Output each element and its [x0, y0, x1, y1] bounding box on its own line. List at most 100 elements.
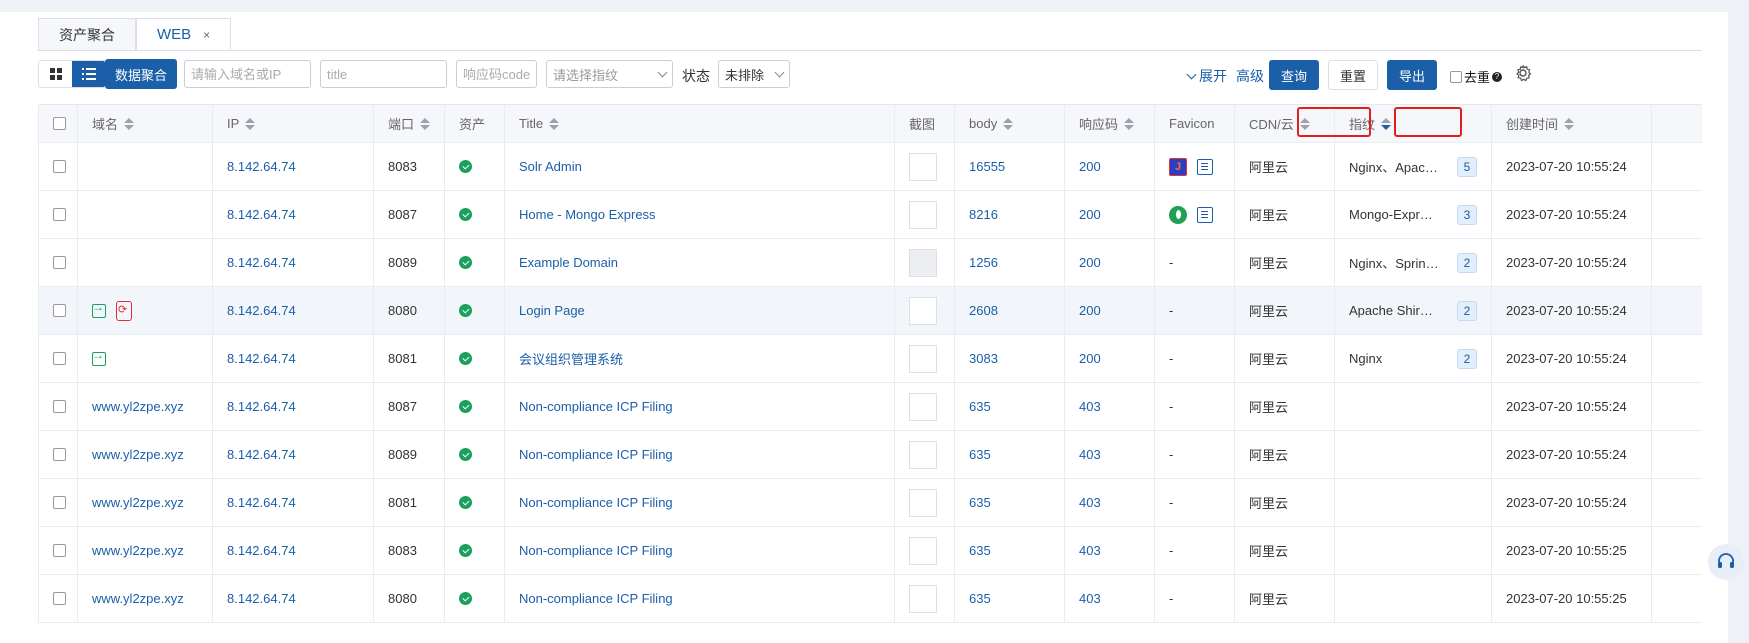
status-code-link[interactable]: 403 [1079, 543, 1101, 558]
title-link[interactable]: Non-compliance ICP Filing [519, 447, 673, 462]
sort-icon[interactable] [549, 117, 560, 130]
title-link[interactable]: 会议组织管理系统 [519, 349, 623, 368]
query-button[interactable]: 查询 [1269, 60, 1319, 90]
row-checkbox[interactable] [53, 544, 66, 557]
help-icon[interactable]: ? [1492, 71, 1503, 82]
settings-gear-icon[interactable] [1514, 64, 1532, 82]
status-code-link[interactable]: 403 [1079, 495, 1101, 510]
ip-link[interactable]: 8.142.64.74 [227, 591, 296, 606]
export-button[interactable]: 导出 [1387, 60, 1437, 90]
java-icon[interactable] [116, 300, 132, 321]
ip-link[interactable]: 8.142.64.74 [227, 543, 296, 558]
data-aggregate-button[interactable]: 数据聚合 [105, 59, 177, 89]
screenshot-thumbnail[interactable] [909, 200, 937, 229]
title-link[interactable]: Example Domain [519, 255, 618, 270]
status-code-link[interactable]: 200 [1079, 159, 1101, 174]
code-input[interactable] [456, 60, 537, 88]
status-code-link[interactable]: 200 [1079, 303, 1101, 318]
domain-link[interactable]: www.yl2zpe.xyz [92, 399, 184, 414]
domain-link[interactable]: www.yl2zpe.xyz [92, 543, 184, 558]
row-checkbox[interactable] [53, 352, 66, 365]
domain-link[interactable]: www.yl2zpe.xyz [92, 591, 184, 606]
body-link[interactable]: 635 [969, 447, 991, 462]
status-code-link[interactable]: 200 [1079, 207, 1101, 222]
screenshot-thumbnail[interactable] [909, 440, 937, 469]
title-link[interactable]: Non-compliance ICP Filing [519, 543, 673, 558]
body-link[interactable]: 2608 [969, 303, 998, 318]
screenshot-thumbnail[interactable] [909, 392, 937, 421]
login-icon[interactable] [92, 300, 106, 318]
ip-link[interactable]: 8.142.64.74 [227, 351, 296, 366]
ip-link[interactable]: 8.142.64.74 [227, 207, 296, 222]
body-link[interactable]: 8216 [969, 207, 998, 222]
title-link[interactable]: Non-compliance ICP Filing [519, 399, 673, 414]
body-link[interactable]: 635 [969, 495, 991, 510]
col-ip[interactable]: IP [213, 105, 374, 142]
sort-icon[interactable] [1381, 117, 1392, 130]
col-title[interactable]: Title [505, 105, 895, 142]
search-input[interactable] [184, 60, 311, 88]
dedup-checkbox[interactable] [1450, 70, 1462, 83]
row-checkbox[interactable] [53, 208, 66, 221]
row-checkbox[interactable] [53, 592, 66, 605]
title-link[interactable]: Solr Admin [519, 159, 582, 174]
copy-icon[interactable] [1197, 158, 1213, 175]
reset-button[interactable]: 重置 [1328, 60, 1378, 90]
title-link[interactable]: Non-compliance ICP Filing [519, 495, 673, 510]
advanced-link[interactable]: 高级 [1236, 66, 1264, 86]
expand-toggle[interactable]: 展开 [1186, 66, 1227, 86]
select-all-checkbox[interactable] [53, 117, 66, 130]
ip-link[interactable]: 8.142.64.74 [227, 399, 296, 414]
ip-link[interactable]: 8.142.64.74 [227, 495, 296, 510]
ip-link[interactable]: 8.142.64.74 [227, 159, 296, 174]
ip-link[interactable]: 8.142.64.74 [227, 447, 296, 462]
title-link[interactable]: Login Page [519, 303, 585, 318]
domain-link[interactable]: www.yl2zpe.xyz [92, 495, 184, 510]
list-view-button[interactable] [72, 61, 105, 87]
row-checkbox[interactable] [53, 256, 66, 269]
sort-icon[interactable] [1003, 117, 1014, 130]
row-checkbox[interactable] [53, 304, 66, 317]
col-domain[interactable]: 域名 [78, 105, 213, 142]
body-link[interactable]: 16555 [969, 159, 1005, 174]
ip-link[interactable]: 8.142.64.74 [227, 255, 296, 270]
col-port[interactable]: 端口 [374, 105, 445, 142]
fingerprint-select[interactable]: 请选择指纹 [546, 60, 673, 88]
row-checkbox[interactable] [53, 496, 66, 509]
body-link[interactable]: 635 [969, 399, 991, 414]
status-code-link[interactable]: 200 [1079, 351, 1101, 366]
tab-web[interactable]: WEB × [136, 18, 232, 50]
domain-link[interactable]: www.yl2zpe.xyz [92, 447, 184, 462]
status-code-link[interactable]: 403 [1079, 591, 1101, 606]
support-button[interactable] [1708, 544, 1744, 580]
close-icon[interactable]: × [203, 28, 210, 42]
fingerprint-count-badge[interactable]: 2 [1457, 348, 1477, 369]
login-icon[interactable] [92, 348, 106, 366]
screenshot-thumbnail[interactable] [909, 344, 937, 373]
tab-asset-aggregate[interactable]: 资产聚合 [38, 18, 136, 50]
fingerprint-count-badge[interactable]: 2 [1457, 300, 1477, 321]
fingerprint-count-badge[interactable]: 3 [1457, 204, 1477, 225]
grid-view-button[interactable] [39, 61, 72, 87]
body-link[interactable]: 1256 [969, 255, 998, 270]
sort-icon[interactable] [1564, 117, 1575, 130]
screenshot-thumbnail[interactable] [909, 152, 937, 181]
status-code-link[interactable]: 403 [1079, 399, 1101, 414]
sort-icon[interactable] [420, 117, 431, 130]
row-checkbox[interactable] [53, 400, 66, 413]
body-link[interactable]: 635 [969, 543, 991, 558]
sort-icon[interactable] [245, 117, 256, 130]
screenshot-thumbnail[interactable] [909, 296, 937, 325]
col-code[interactable]: 响应码 [1065, 105, 1155, 142]
solr-favicon-icon[interactable]: J [1169, 157, 1187, 176]
mongo-favicon-icon[interactable] [1169, 205, 1187, 224]
status-select[interactable]: 未排除 [718, 60, 790, 88]
status-code-link[interactable]: 200 [1079, 255, 1101, 270]
screenshot-thumbnail[interactable] [909, 584, 937, 613]
body-link[interactable]: 3083 [969, 351, 998, 366]
fingerprint-count-badge[interactable]: 5 [1457, 156, 1477, 177]
title-input[interactable] [320, 60, 447, 88]
col-body[interactable]: body [955, 105, 1065, 142]
screenshot-thumbnail[interactable] [909, 536, 937, 565]
ip-link[interactable]: 8.142.64.74 [227, 303, 296, 318]
